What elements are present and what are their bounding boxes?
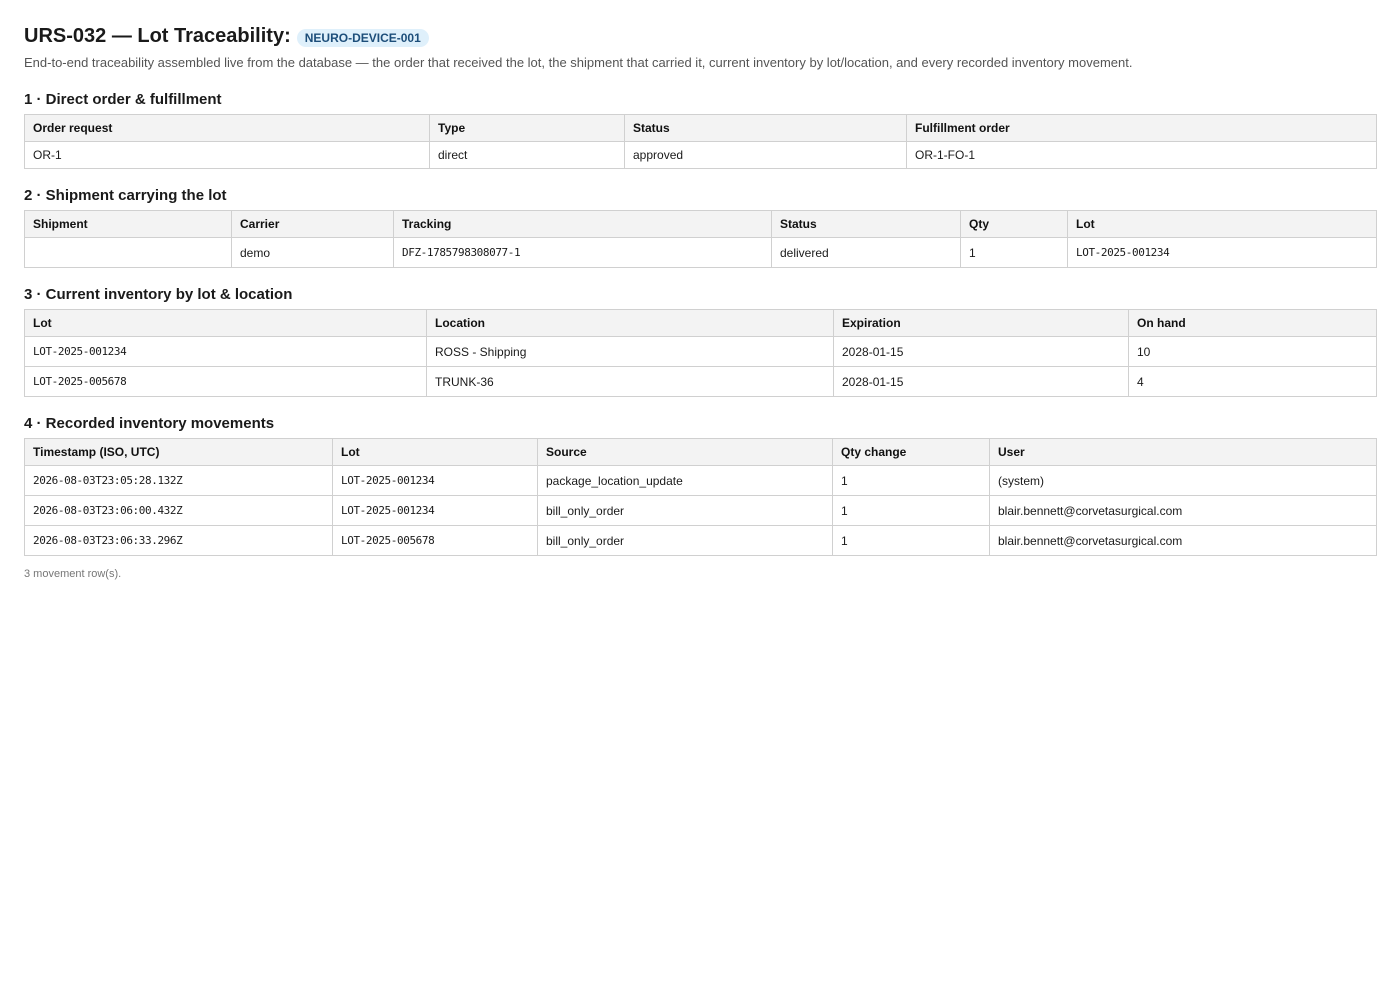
order-type-cell: direct bbox=[429, 141, 625, 169]
table-row: 2026-08-03T23:06:00.432Z LOT-2025-001234… bbox=[24, 495, 1377, 526]
table-row: demo DFZ-1785798308077-1 delivered 1 LOT… bbox=[24, 237, 1377, 268]
inventory-table: Lot Location Expiration On hand LOT-2025… bbox=[24, 309, 1377, 397]
movement-lot-cell: LOT-2025-005678 bbox=[332, 525, 538, 556]
column-header: Qty change bbox=[832, 438, 990, 466]
column-header: Status bbox=[624, 114, 907, 142]
table-row: LOT-2025-001234 ROSS - Shipping 2028-01-… bbox=[24, 336, 1377, 367]
column-header: Location bbox=[426, 309, 834, 337]
inventory-location-cell: ROSS - Shipping bbox=[426, 336, 834, 367]
column-header: Lot bbox=[332, 438, 538, 466]
table-header-row: Order request Type Status Fulfillment or… bbox=[24, 114, 1377, 142]
user-cell: blair.bennett@corvetasurgical.com bbox=[989, 525, 1377, 556]
shipment-lot-cell: LOT-2025-001234 bbox=[1067, 237, 1377, 268]
carrier-cell: demo bbox=[231, 237, 394, 268]
order-section: 1 · Direct order & fulfillment Order req… bbox=[24, 90, 1377, 169]
column-header: Status bbox=[771, 210, 961, 238]
table-header-row: Timestamp (ISO, UTC) Lot Source Qty chan… bbox=[24, 438, 1377, 466]
inventory-location-cell: TRUNK-36 bbox=[426, 366, 834, 397]
inventory-lot-cell: LOT-2025-001234 bbox=[24, 336, 427, 367]
movements-section: 4 · Recorded inventory movements Timesta… bbox=[24, 414, 1377, 580]
order-section-heading: 1 · Direct order & fulfillment bbox=[24, 91, 222, 108]
movement-count-footnote: 3 movement row(s). bbox=[24, 568, 122, 580]
movements-table: Timestamp (ISO, UTC) Lot Source Qty chan… bbox=[24, 438, 1377, 556]
column-header: User bbox=[989, 438, 1377, 466]
column-header: Lot bbox=[1067, 210, 1377, 238]
table-row: OR-1 direct approved OR-1-FO-1 bbox=[24, 141, 1377, 169]
inventory-onhand-cell: 10 bbox=[1128, 336, 1377, 367]
inventory-onhand-cell: 4 bbox=[1128, 366, 1377, 397]
page: URS-032 — Lot Traceability: NEURO-DEVICE… bbox=[0, 0, 1400, 580]
device-badge: NEURO-DEVICE-001 bbox=[296, 28, 429, 47]
column-header: Timestamp (ISO, UTC) bbox=[24, 438, 333, 466]
timestamp-cell: 2026-08-03T23:06:33.296Z bbox=[24, 525, 333, 556]
fulfillment-order-cell: OR-1-FO-1 bbox=[906, 141, 1377, 169]
qty-change-cell: 1 bbox=[832, 495, 990, 526]
column-header: Expiration bbox=[833, 309, 1129, 337]
column-header: Source bbox=[537, 438, 833, 466]
qty-change-cell: 1 bbox=[832, 465, 990, 496]
page-title: URS-032 — Lot Traceability: bbox=[24, 25, 291, 47]
table-row: 2026-08-03T23:06:33.296Z LOT-2025-005678… bbox=[24, 525, 1377, 556]
shipment-cell bbox=[24, 237, 232, 268]
column-header: Lot bbox=[24, 309, 427, 337]
source-cell: bill_only_order bbox=[537, 525, 833, 556]
table-row: 2026-08-03T23:05:28.132Z LOT-2025-001234… bbox=[24, 465, 1377, 496]
column-header: Type bbox=[429, 114, 625, 142]
table-header-row: Lot Location Expiration On hand bbox=[24, 309, 1377, 337]
inventory-section: 3 · Current inventory by lot & location … bbox=[24, 285, 1377, 397]
column-header: Qty bbox=[960, 210, 1068, 238]
qty-change-cell: 1 bbox=[832, 525, 990, 556]
shipment-section-heading: 2 · Shipment carrying the lot bbox=[24, 187, 227, 204]
movement-lot-cell: LOT-2025-001234 bbox=[332, 465, 538, 496]
source-cell: bill_only_order bbox=[537, 495, 833, 526]
movements-section-heading: 4 · Recorded inventory movements bbox=[24, 415, 275, 432]
shipment-status-cell: delivered bbox=[771, 237, 961, 268]
order-table: Order request Type Status Fulfillment or… bbox=[24, 114, 1377, 169]
user-cell: (system) bbox=[989, 465, 1377, 496]
inventory-expiration-cell: 2028-01-15 bbox=[833, 336, 1129, 367]
shipment-qty-cell: 1 bbox=[960, 237, 1068, 268]
column-header: Fulfillment order bbox=[906, 114, 1377, 142]
user-cell: blair.bennett@corvetasurgical.com bbox=[989, 495, 1377, 526]
column-header: Carrier bbox=[231, 210, 394, 238]
table-row: LOT-2025-005678 TRUNK-36 2028-01-15 4 bbox=[24, 366, 1377, 397]
source-cell: package_location_update bbox=[537, 465, 833, 496]
table-header-row: Shipment Carrier Tracking Status Qty Lot bbox=[24, 210, 1377, 238]
column-header: Shipment bbox=[24, 210, 232, 238]
title-row: URS-032 — Lot Traceability: NEURO-DEVICE… bbox=[24, 22, 1376, 50]
movement-lot-cell: LOT-2025-001234 bbox=[332, 495, 538, 526]
order-status-cell: approved bbox=[624, 141, 907, 169]
shipment-table: Shipment Carrier Tracking Status Qty Lot… bbox=[24, 210, 1377, 268]
column-header: On hand bbox=[1128, 309, 1377, 337]
timestamp-cell: 2026-08-03T23:06:00.432Z bbox=[24, 495, 333, 526]
column-header: Tracking bbox=[393, 210, 772, 238]
order-request-cell: OR-1 bbox=[24, 141, 430, 169]
timestamp-cell: 2026-08-03T23:05:28.132Z bbox=[24, 465, 333, 496]
shipment-section: 2 · Shipment carrying the lot Shipment C… bbox=[24, 186, 1377, 268]
inventory-expiration-cell: 2028-01-15 bbox=[833, 366, 1129, 397]
tracking-cell: DFZ-1785798308077-1 bbox=[393, 237, 772, 268]
inventory-section-heading: 3 · Current inventory by lot & location bbox=[24, 286, 293, 303]
inventory-lot-cell: LOT-2025-005678 bbox=[24, 366, 427, 397]
column-header: Order request bbox=[24, 114, 430, 142]
page-subtitle: End-to-end traceability assembled live f… bbox=[24, 55, 1133, 70]
